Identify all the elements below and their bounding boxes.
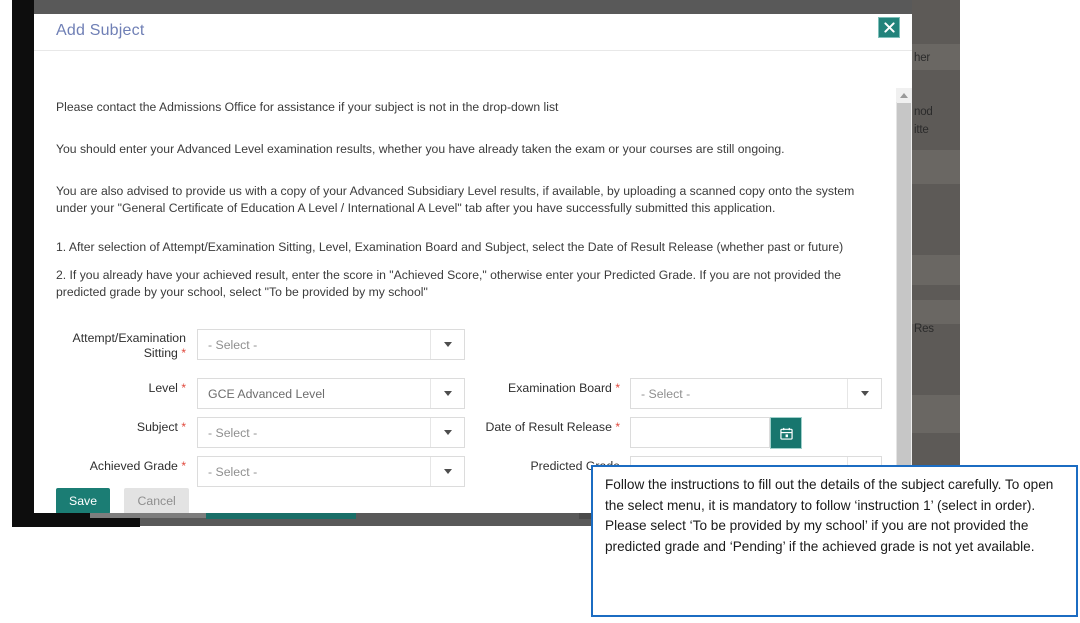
select-value: - Select - [208, 337, 258, 352]
callout-paragraph-2: Please select ‘To be provided by my scho… [605, 518, 1035, 554]
instruction-step-2: 2. If you already have your achieved res… [56, 268, 842, 299]
required-asterisk: * [615, 420, 620, 434]
date-of-result-release-input[interactable] [630, 417, 770, 448]
label-text: Achieved Grade [89, 459, 178, 473]
background-row-band [912, 395, 960, 433]
label-achieved-grade: Achieved Grade * [44, 459, 186, 474]
add-subject-modal: Add Subject Please contact the Admission… [34, 14, 912, 513]
screenshot-root: her nod itte Res Add Subject Please cont… [0, 0, 1080, 623]
background-row-band [912, 150, 960, 184]
callout-paragraph-1: Follow the instructions to fill out the … [605, 477, 1054, 513]
background-row-band [912, 300, 960, 324]
form-row: Attempt/Examination Sitting * - Select - [34, 329, 912, 373]
close-icon[interactable] [878, 17, 900, 38]
label-text: Subject [136, 420, 178, 434]
label-level: Level * [44, 381, 187, 396]
required-asterisk: * [181, 346, 186, 360]
label-subject: Subject * [44, 420, 186, 435]
annotation-callout: Follow the instructions to fill out the … [591, 465, 1078, 617]
instruction-step-1: 1. After selection of Attempt/Examinatio… [56, 240, 844, 254]
label-text: Attempt/Examination Sitting [72, 331, 186, 360]
crop-frame-corner [12, 0, 34, 14]
label-date-of-result-release: Date of Result Release * [452, 420, 620, 435]
background-text-fragment: her [914, 52, 931, 64]
page-title: Add Subject [56, 22, 145, 39]
select-value: - Select - [641, 386, 691, 401]
cancel-button[interactable]: Cancel [124, 488, 189, 513]
required-asterisk: * [615, 381, 620, 395]
select-value: GCE Advanced Level [208, 386, 325, 401]
label-attempt-examination-sitting: Attempt/Examination Sitting * [44, 331, 186, 361]
scroll-up-arrow-icon[interactable] [896, 88, 912, 102]
modal-header: Add Subject [34, 14, 912, 51]
select-value: - Select - [208, 425, 258, 440]
save-button[interactable]: Save [56, 488, 111, 513]
required-asterisk: * [181, 420, 186, 434]
select-achieved-grade[interactable]: - Select - [197, 456, 465, 487]
background-text-fragment: Res [914, 323, 934, 335]
chevron-down-icon[interactable] [430, 457, 464, 486]
calendar-icon[interactable] [770, 417, 802, 449]
select-value: - Select - [208, 464, 258, 479]
chevron-down-icon[interactable] [847, 379, 881, 408]
background-text-fragment: itte [914, 124, 929, 136]
select-attempt-examination-sitting[interactable]: - Select - [197, 329, 465, 360]
background-row-band [912, 255, 960, 285]
label-text: Examination Board [508, 381, 612, 395]
modal-footer-buttons: Save Cancel [56, 488, 189, 513]
modal-backdrop-top [12, 0, 960, 14]
label-text: Level [148, 381, 178, 395]
required-asterisk: * [181, 459, 186, 473]
form-row: Level * GCE Advanced Level Examination B… [34, 373, 912, 412]
form-row: Subject * - Select - Date of Result Rele… [34, 412, 912, 451]
crop-frame-left [12, 14, 34, 522]
instruction-paragraph-3: You are also advised to provide us with … [56, 184, 855, 215]
background-text-fragment: nod [914, 106, 933, 118]
modal-body: Please contact the Admissions Office for… [34, 51, 912, 513]
required-asterisk: * [181, 381, 186, 395]
modal-scrollbar-thumb[interactable] [897, 103, 911, 503]
backdrop-bottom-strip [90, 513, 206, 518]
instruction-paragraph-2: You should enter your Advanced Level exa… [56, 142, 785, 156]
background-page-accent-bar [206, 513, 356, 519]
select-subject[interactable]: - Select - [197, 417, 465, 448]
instruction-paragraph-1: Please contact the Admissions Office for… [56, 100, 559, 114]
label-text: Date of Result Release [485, 420, 612, 434]
select-examination-board[interactable]: - Select - [630, 378, 882, 409]
label-examination-board: Examination Board * [474, 381, 620, 396]
select-level[interactable]: GCE Advanced Level [197, 378, 465, 409]
chevron-down-icon[interactable] [430, 379, 464, 408]
chevron-down-icon[interactable] [430, 330, 464, 359]
